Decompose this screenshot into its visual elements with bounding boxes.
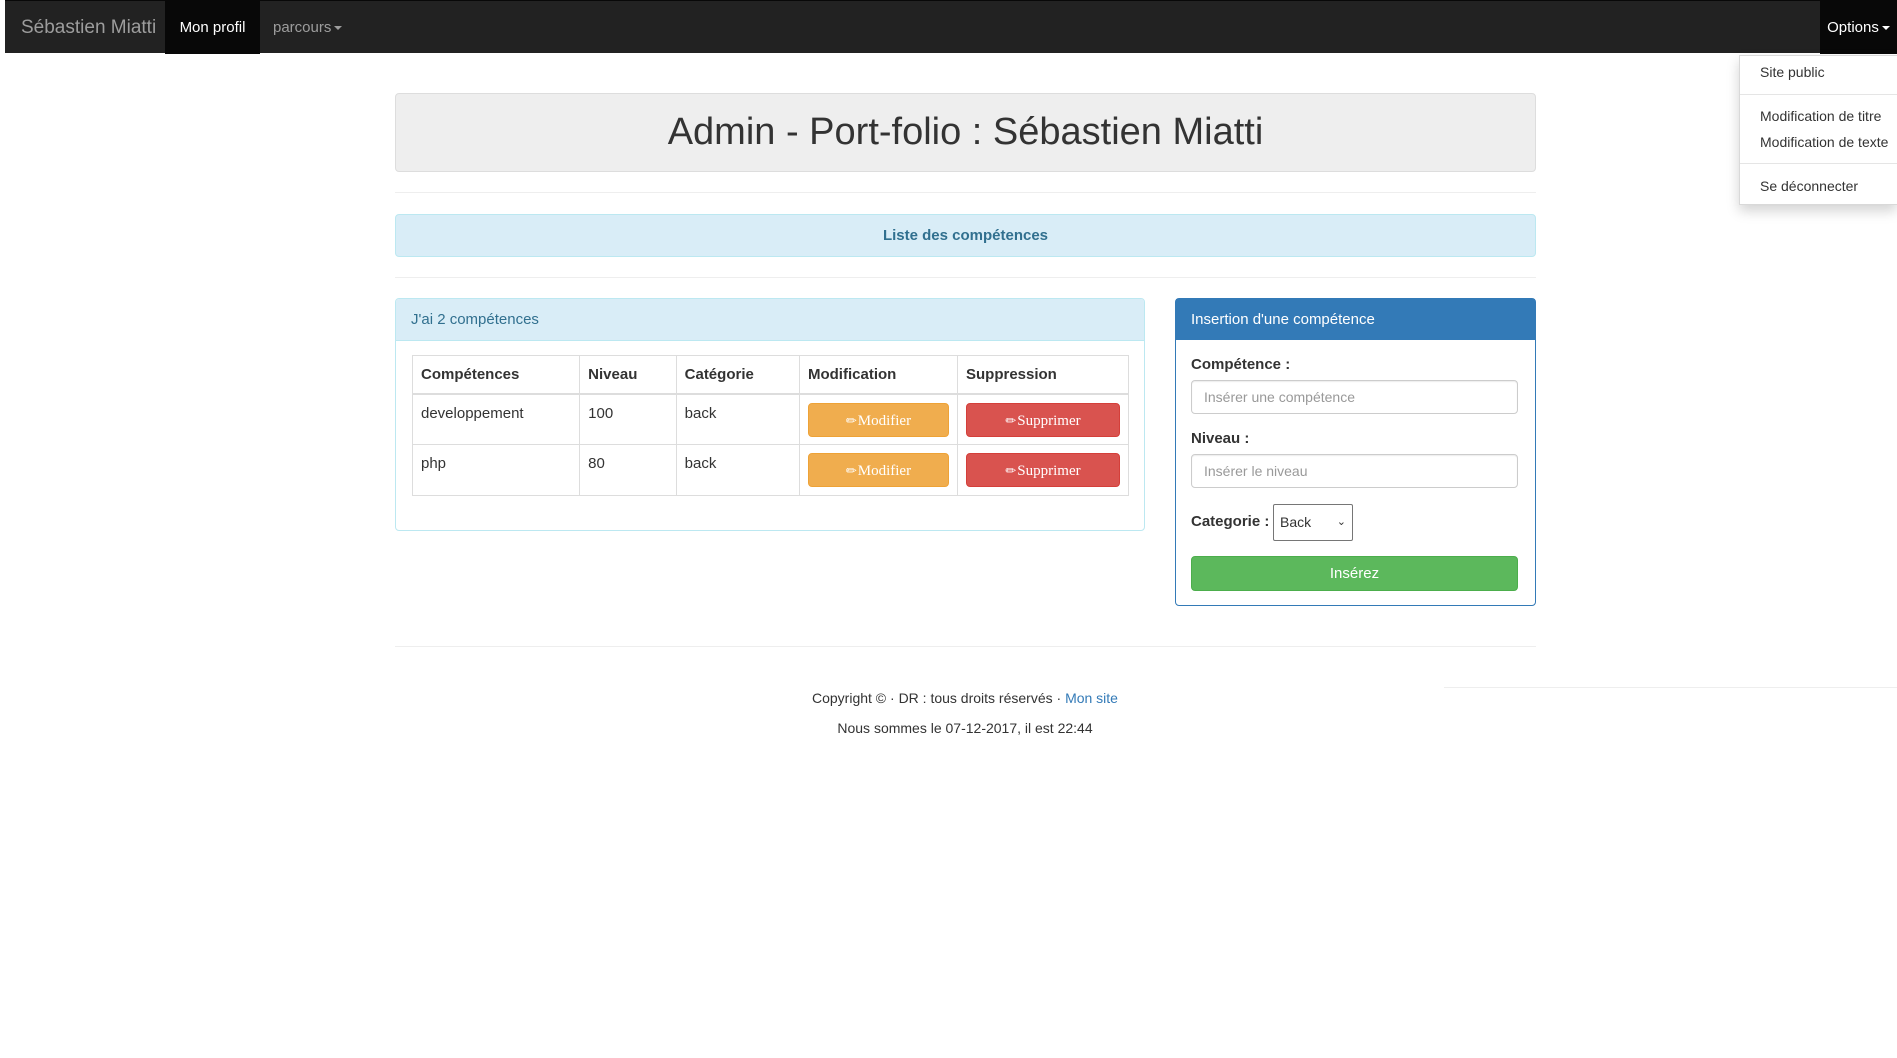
cell-competence: developpement: [411, 393, 581, 445]
chevron-down-icon: ⌄: [1336, 516, 1346, 528]
pencil-icon: ✏: [845, 463, 857, 478]
nav-item-parcours-label: parcours: [273, 19, 332, 36]
modify-button[interactable]: ✏Modifier: [807, 402, 949, 437]
cell-niveau: 100: [579, 393, 677, 445]
categorie-select[interactable]: Back ⌄: [1273, 504, 1353, 541]
modify-button-label: Modifier: [857, 463, 912, 479]
divider: [395, 277, 1536, 278]
nav-item-parcours[interactable]: parcours: [273, 1, 343, 54]
caret-down-icon: [1881, 26, 1890, 31]
options-dropdown-menu: Site public Modification de titre Modifi…: [1739, 55, 1897, 205]
page-title: Admin - Port-folio : Sébastien Miatti: [395, 93, 1536, 172]
table-header-row: Compétences Niveau Catégorie Modificatio…: [411, 355, 1130, 395]
column-header-categorie: Catégorie: [675, 355, 800, 395]
column-header-competences: Compétences: [411, 355, 581, 395]
niveau-input[interactable]: [1191, 454, 1518, 488]
column-header-suppression: Suppression: [956, 355, 1130, 395]
table-row: developpement 100 back ✏Modifier ✏Suppri…: [411, 393, 1130, 445]
menu-divider: [1740, 94, 1897, 95]
caret-down-icon: [334, 26, 343, 31]
options-label: Options: [1827, 19, 1879, 36]
categorie-select-value: Back: [1280, 514, 1312, 530]
menu-item-se-deconnecter[interactable]: Se déconnecter: [1760, 178, 1858, 194]
pencil-icon: ✏: [1005, 412, 1017, 428]
footer-copyright: Copyright © · DR : tous droits réservés …: [0, 690, 1897, 706]
competence-input[interactable]: [1191, 380, 1518, 414]
cell-competence: php: [411, 444, 581, 496]
footer-date: Nous sommes le 07-12-2017, il est 22:44: [837, 720, 1093, 736]
menu-item-site-public[interactable]: Site public: [1760, 64, 1825, 80]
skills-panel: J'ai 2 compétences Compétences Niveau Ca…: [395, 298, 1145, 531]
delete-button[interactable]: ✏Supprimer: [965, 402, 1120, 437]
cell-modification: ✏Modifier: [798, 444, 958, 496]
divider: [395, 192, 1536, 193]
niveau-label: Niveau :: [1191, 430, 1250, 447]
top-navbar: Sébastien Miatti Mon profil parcours Opt…: [5, 0, 1897, 54]
mon-site-link[interactable]: Mon site: [1065, 690, 1118, 706]
nav-item-mon-profil[interactable]: Mon profil: [165, 1, 260, 54]
skills-table: Compétences Niveau Catégorie Modificatio…: [411, 355, 1130, 496]
competence-label: Compétence :: [1191, 356, 1291, 373]
divider: [1444, 687, 1897, 688]
cell-suppression: ✏Supprimer: [956, 444, 1130, 496]
delete-button-label: Supprimer: [1017, 463, 1081, 479]
footer-divider: [395, 646, 1536, 647]
pencil-icon: ✏: [845, 412, 857, 428]
insert-panel-heading: Insertion d'une compétence: [1176, 299, 1535, 340]
column-header-niveau: Niveau: [579, 355, 677, 395]
categorie-label: Categorie :: [1191, 513, 1270, 530]
delete-button[interactable]: ✏Supprimer: [965, 453, 1120, 487]
pencil-icon: ✏: [1005, 463, 1017, 478]
menu-item-modification-titre[interactable]: Modification de titre: [1760, 108, 1881, 124]
modify-button-label: Modifier: [857, 412, 912, 429]
modify-button[interactable]: ✏Modifier: [807, 453, 949, 487]
brand-link[interactable]: Sébastien Miatti: [21, 1, 156, 54]
cell-suppression: ✏Supprimer: [956, 393, 1130, 445]
insert-skill-panel: Insertion d'une compétence Compétence : …: [1175, 298, 1536, 606]
copyright-text: Copyright © · DR : tous droits réservés …: [812, 690, 1066, 706]
cell-niveau: 80: [579, 444, 677, 496]
options-dropdown-toggle[interactable]: Options: [1820, 1, 1897, 54]
menu-item-modification-texte[interactable]: Modification de texte: [1760, 134, 1888, 150]
table-row: php 80 back ✏Modifier ✏Supprimer: [411, 444, 1130, 496]
cell-categorie: back: [675, 393, 800, 445]
cell-categorie: back: [675, 444, 800, 496]
delete-button-label: Supprimer: [1017, 412, 1081, 429]
skills-panel-heading: J'ai 2 compétences: [396, 299, 1144, 341]
section-title-alert: Liste des compétences: [395, 214, 1536, 257]
menu-divider: [1740, 163, 1897, 164]
cell-modification: ✏Modifier: [798, 393, 958, 445]
column-header-modification: Modification: [798, 355, 958, 395]
insert-button[interactable]: Insérez: [1191, 556, 1518, 591]
